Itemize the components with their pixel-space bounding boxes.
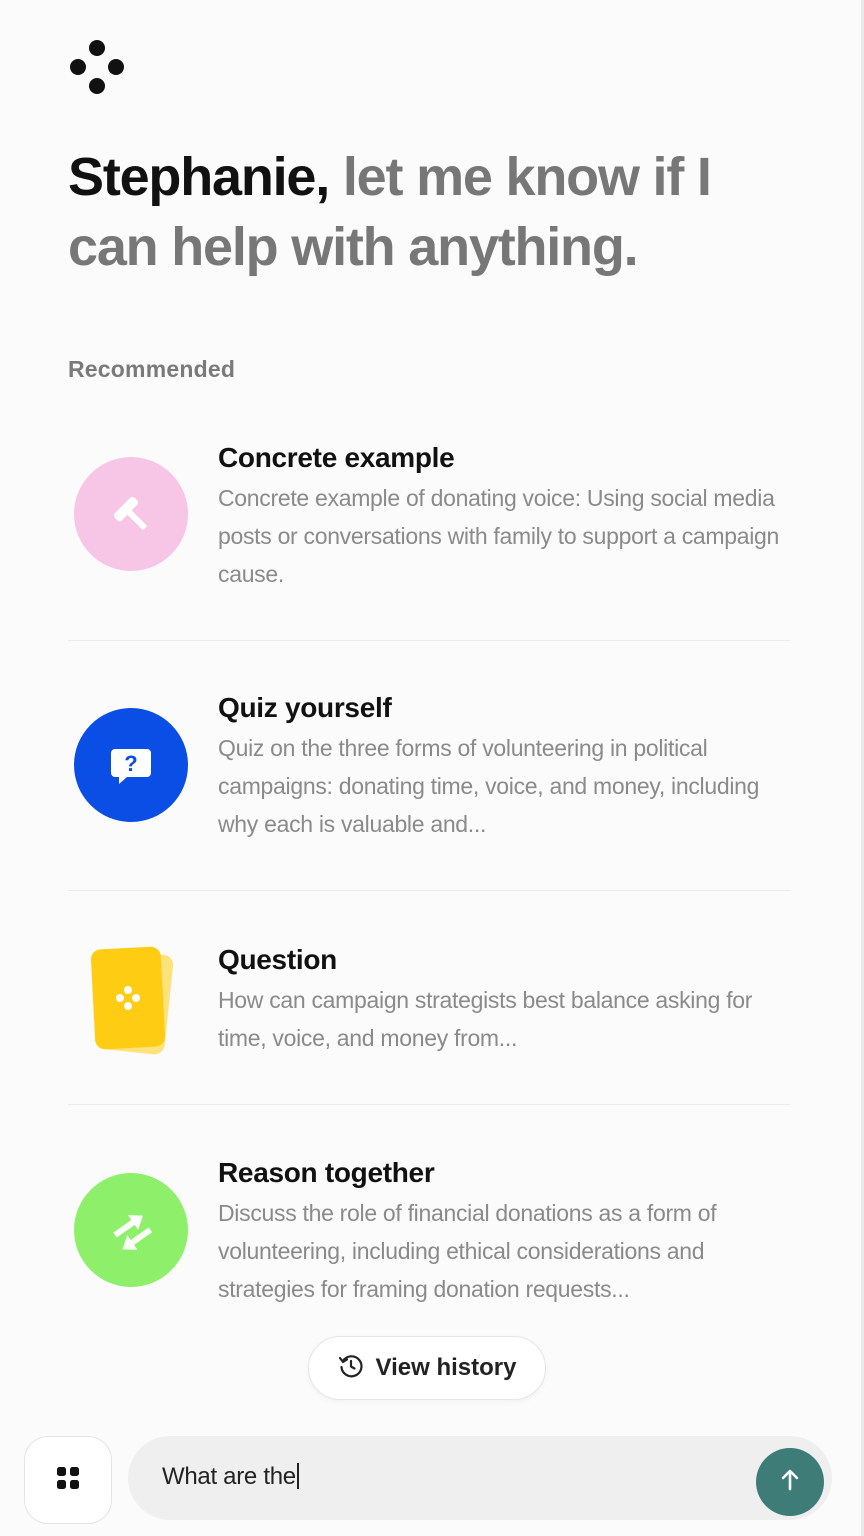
question-bubble-icon: ?: [74, 708, 188, 822]
svg-text:?: ?: [124, 751, 137, 776]
arrow-up-icon: [776, 1466, 804, 1499]
page-title: Stephanie, let me know if I can help wit…: [68, 142, 808, 282]
card-text: Reason together Discuss the role of fina…: [218, 1155, 790, 1308]
apps-grid-icon: [55, 1465, 81, 1496]
card-title: Concrete example: [218, 442, 455, 473]
history-clock-icon: [338, 1353, 364, 1384]
card-description: Quiz on the three forms of volunteering …: [218, 735, 760, 837]
view-history-button[interactable]: View history: [308, 1336, 546, 1400]
card-icon-wrapper: ?: [74, 708, 188, 822]
text-caret: [296, 1463, 299, 1489]
divider: [68, 1104, 790, 1105]
recommended-heading: Recommended: [68, 356, 236, 382]
recommendation-card-concrete-example[interactable]: Concrete example Concrete example of don…: [68, 440, 790, 590]
message-input[interactable]: What are the: [128, 1436, 832, 1520]
card-icon-wrapper: [74, 457, 188, 571]
divider: [68, 890, 790, 891]
app-logo-icon: [68, 38, 126, 96]
send-button[interactable]: [756, 1448, 824, 1516]
message-input-value: What are the: [162, 1463, 296, 1490]
user-name: Stephanie,: [68, 147, 330, 207]
card-icon-wrapper: [74, 1173, 188, 1287]
card-icon-wrapper: [74, 942, 188, 1056]
card-description: Concrete example of donating voice: Usin…: [218, 485, 780, 587]
apps-menu-button[interactable]: [24, 1436, 112, 1524]
divider: [68, 640, 790, 641]
view-history-label: View history: [375, 1354, 517, 1381]
message-input-text[interactable]: What are the: [162, 1463, 299, 1491]
recommendation-card-reason-together[interactable]: Reason together Discuss the role of fina…: [68, 1155, 790, 1305]
card-description: Discuss the role of financial donations …: [218, 1200, 717, 1302]
card-text: Quiz yourself Quiz on the three forms of…: [218, 690, 790, 843]
recommendation-card-quiz-yourself[interactable]: ? Quiz yourself Quiz on the three forms …: [68, 690, 790, 840]
card-text: Concrete example Concrete example of don…: [218, 440, 790, 593]
card-title: Quiz yourself: [218, 692, 392, 723]
card-description: How can campaign strategists best balanc…: [218, 987, 753, 1051]
swap-arrows-icon: [74, 1173, 188, 1287]
card-text: Question How can campaign strategists be…: [218, 942, 790, 1057]
recommendation-card-question[interactable]: Question How can campaign strategists be…: [68, 942, 790, 1062]
card-title: Question: [218, 944, 337, 975]
question-card-icon: [81, 942, 181, 1056]
assistant-home: Stephanie, let me know if I can help wit…: [0, 0, 864, 1536]
hammer-icon: [74, 457, 188, 571]
card-title: Reason together: [218, 1157, 435, 1188]
